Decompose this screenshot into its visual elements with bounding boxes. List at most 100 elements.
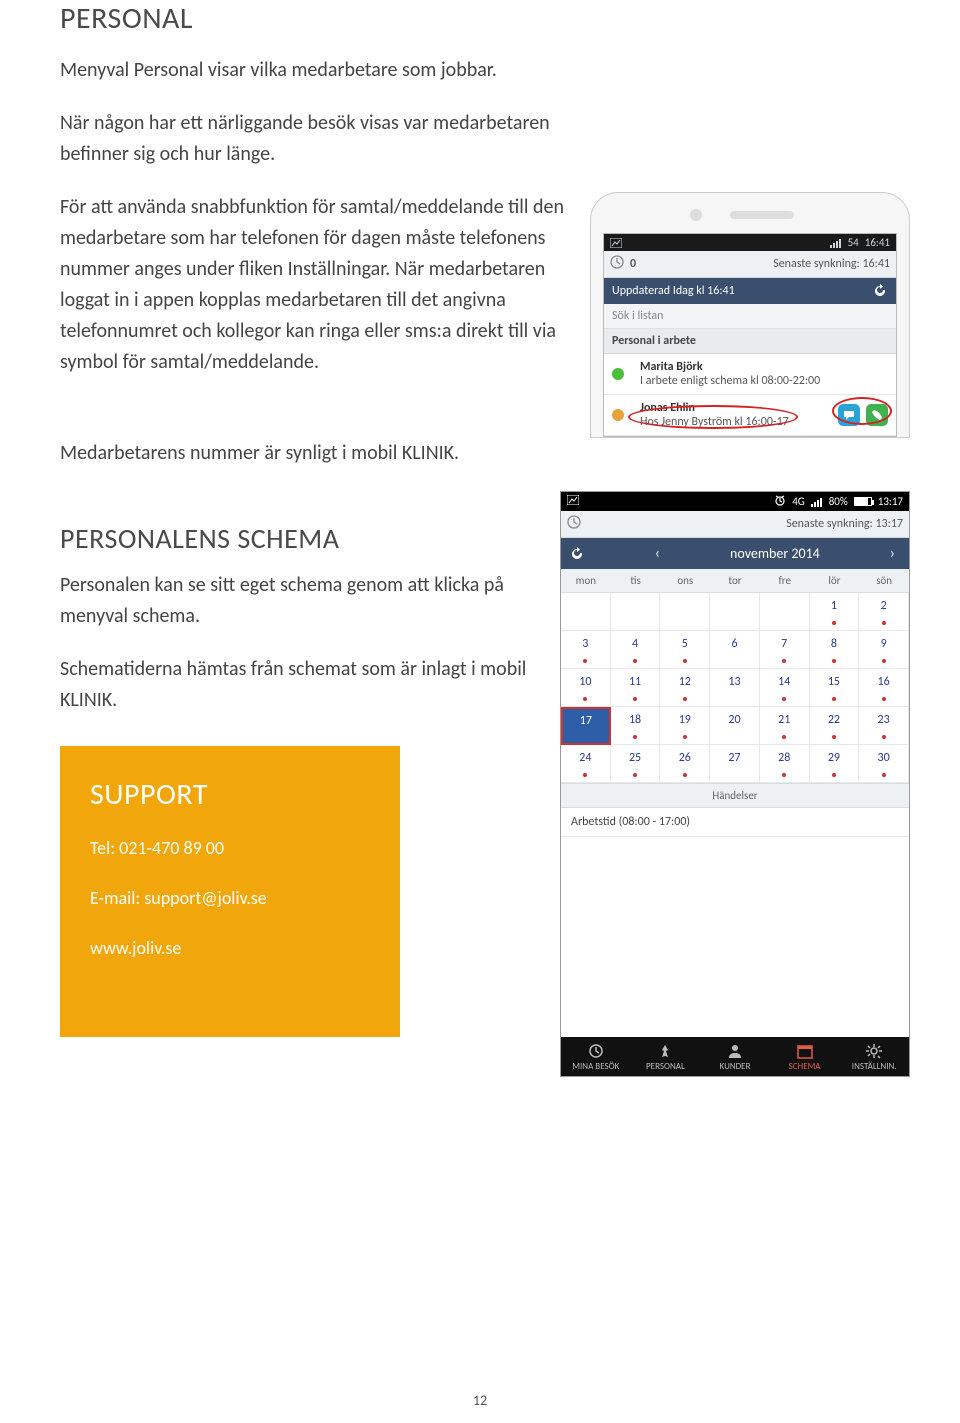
- event-dot-icon: [832, 773, 836, 777]
- paragraph: Menyval Personal visar vilka medarbetare…: [60, 55, 620, 86]
- calendar-day[interactable]: 21: [760, 707, 810, 745]
- weekday-header: montisonstorfrelörsön: [561, 569, 909, 593]
- section-title-schema: PERSONALENS SCHEMA: [60, 521, 540, 556]
- calendar-day[interactable]: 6: [710, 631, 760, 669]
- calendar-day[interactable]: 23: [859, 707, 909, 745]
- event-dot-icon: [832, 735, 836, 739]
- calendar-day[interactable]: 11: [611, 669, 661, 707]
- calendar-day[interactable]: 24: [561, 745, 611, 783]
- calendar-day[interactable]: 5: [660, 631, 710, 669]
- calendar-day[interactable]: 16: [859, 669, 909, 707]
- search-input[interactable]: Sök i listan: [604, 304, 896, 329]
- calendar-day[interactable]: 26: [660, 745, 710, 783]
- calendar-day[interactable]: 14: [760, 669, 810, 707]
- refresh-icon[interactable]: [872, 283, 888, 299]
- last-sync-text: Senaste synkning: 13:17: [587, 517, 903, 531]
- calendar-day[interactable]: 7: [760, 631, 810, 669]
- calendar-day[interactable]: 27: [710, 745, 760, 783]
- weekday-label: ons: [660, 569, 710, 592]
- nav-item-mina-bes-k[interactable]: MINA BESÖK: [561, 1037, 631, 1076]
- sync-badge-icon: [610, 255, 624, 273]
- event-dot-icon: [633, 773, 637, 777]
- calendar-day: [660, 593, 710, 631]
- event-dot-icon: [583, 659, 587, 663]
- calendar-grid[interactable]: 1234567891011121314151617181920212223242…: [561, 593, 909, 783]
- nav-item-personal[interactable]: PERSONAL: [631, 1037, 701, 1076]
- event-dot-icon: [583, 697, 587, 701]
- calendar-day[interactable]: 4: [611, 631, 661, 669]
- prev-month-button[interactable]: ‹: [649, 544, 666, 563]
- event-dot-icon: [882, 659, 886, 663]
- last-sync-text: Senaste synkning: 16:41: [642, 257, 890, 271]
- weekday-label: lör: [810, 569, 860, 592]
- bottom-nav: MINA BESÖKPERSONALKUNDERSCHEMAINSTÄLLNIN…: [561, 1037, 909, 1076]
- sync-count: 0: [630, 257, 636, 271]
- calendar-day[interactable]: 2: [859, 593, 909, 631]
- event-dot-icon: [832, 621, 836, 625]
- list-header: Personal i arbete: [604, 329, 896, 354]
- event-dot-icon: [882, 697, 886, 701]
- battery-level: 54: [848, 236, 859, 249]
- support-box: SUPPORT Tel: 021-470 89 00 E-mail: suppo…: [60, 746, 400, 1037]
- annotation-ellipse: [628, 405, 798, 429]
- screenshot-phone-personal: 54 16:41 0 Senaste synkning: 16:41 Uppda…: [590, 192, 910, 438]
- nav-item-schema[interactable]: SCHEMA: [770, 1037, 840, 1076]
- event-dot-icon: [683, 659, 687, 663]
- event-dot-icon: [782, 697, 786, 701]
- event-dot-icon: [633, 697, 637, 701]
- calendar-day[interactable]: 1: [810, 593, 860, 631]
- calendar-day: [710, 593, 760, 631]
- section-title-personal: PERSONAL: [60, 0, 910, 37]
- calendar-day[interactable]: 22: [810, 707, 860, 745]
- event-dot-icon: [782, 735, 786, 739]
- event-row[interactable]: Arbetstid (08:00 - 17:00): [561, 808, 909, 837]
- nav-item-inst-llnin-[interactable]: INSTÄLLNIN.: [839, 1037, 909, 1076]
- calendar-day: [760, 593, 810, 631]
- calendar-day[interactable]: 8: [810, 631, 860, 669]
- calendar-day[interactable]: 15: [810, 669, 860, 707]
- picture-icon: [567, 495, 579, 508]
- calendar-day[interactable]: 10: [561, 669, 611, 707]
- calendar-day[interactable]: 18: [611, 707, 661, 745]
- event-dot-icon: [832, 697, 836, 701]
- paragraph: När någon har ett närliggande besök visa…: [60, 108, 620, 170]
- event-dot-icon: [882, 621, 886, 625]
- status-bar: 54 16:41: [604, 234, 896, 251]
- battery-icon: [854, 497, 872, 506]
- signal-icon: [811, 497, 823, 507]
- calendar-day[interactable]: 30: [859, 745, 909, 783]
- event-dot-icon: [882, 735, 886, 739]
- status-bar: 4G 80% 13:17: [561, 492, 909, 511]
- calendar-day[interactable]: 25: [611, 745, 661, 783]
- month-label: november 2014: [730, 545, 820, 562]
- next-month-button[interactable]: ›: [884, 544, 901, 563]
- calendar-day[interactable]: 19: [660, 707, 710, 745]
- paragraph: Medarbetarens nummer är synligt i mobil …: [60, 438, 620, 469]
- list-item[interactable]: Jonas EhlinHos Jenny Byström kl 16:00-17: [604, 395, 896, 436]
- event-dot-icon: [583, 773, 587, 777]
- weekday-label: fre: [760, 569, 810, 592]
- calendar-day[interactable]: 29: [810, 745, 860, 783]
- paragraph: Schematiderna hämtas från schemat som är…: [60, 654, 540, 716]
- support-title: SUPPORT: [90, 776, 370, 813]
- calendar-day[interactable]: 20: [710, 707, 760, 745]
- sync-icon: [567, 515, 581, 533]
- phone-camera: [690, 209, 702, 221]
- list-item[interactable]: Marita BjörkI arbete enligt schema kl 08…: [604, 354, 896, 395]
- calendar-day[interactable]: 9: [859, 631, 909, 669]
- calendar-day[interactable]: 3: [561, 631, 611, 669]
- event-dot-icon: [882, 773, 886, 777]
- clock: 16:41: [865, 236, 890, 249]
- calendar-day[interactable]: 17: [561, 707, 611, 745]
- empty-event-list: [561, 837, 909, 1037]
- page-number: 12: [0, 1392, 960, 1409]
- calendar-day[interactable]: 13: [710, 669, 760, 707]
- signal-icon: [830, 238, 842, 248]
- refresh-icon[interactable]: [569, 546, 585, 562]
- calendar-day[interactable]: 28: [760, 745, 810, 783]
- screenshot-phone-schema: 4G 80% 13:17 Senaste synkning: 13:17: [560, 491, 910, 1077]
- calendar-day[interactable]: 12: [660, 669, 710, 707]
- blue-bar-text: Uppdaterad Idag kl 16:41: [612, 284, 735, 298]
- status-dot-icon: [612, 368, 624, 380]
- nav-item-kunder[interactable]: KUNDER: [700, 1037, 770, 1076]
